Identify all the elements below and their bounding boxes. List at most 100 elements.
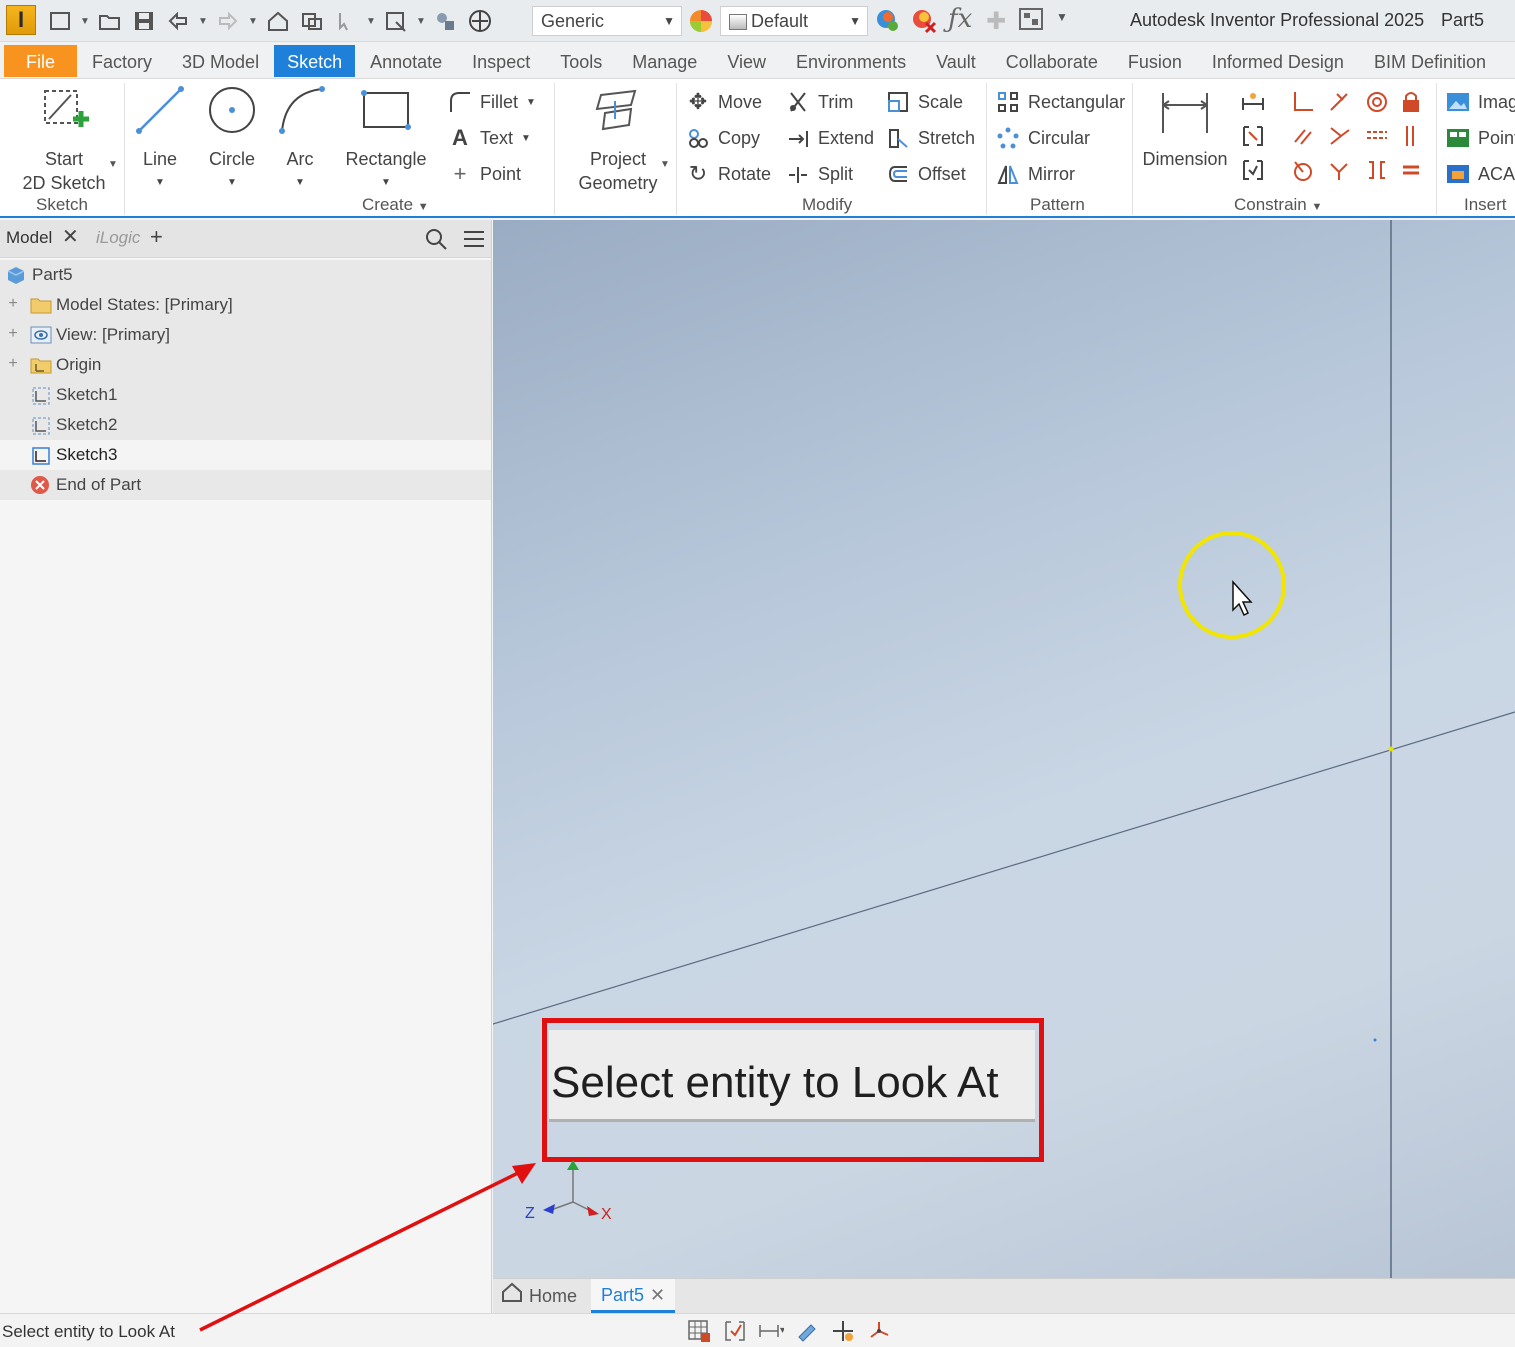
chevron-down-icon[interactable]: ▼ <box>108 159 118 170</box>
equal-constraint-icon[interactable] <box>1398 157 1424 183</box>
perpendicular-constraint-icon[interactable] <box>1290 89 1316 115</box>
circular-pattern-button[interactable]: Circular <box>996 123 1090 153</box>
tab-tools[interactable]: Tools <box>545 42 617 78</box>
coincident-constraint-icon[interactable] <box>1326 89 1352 115</box>
extend-button[interactable]: Extend <box>786 123 874 153</box>
doc-tab-part[interactable]: Part5 ✕ <box>591 1278 676 1313</box>
relax-mode-icon[interactable] <box>1240 157 1266 183</box>
show-constraints-icon[interactable] <box>1240 123 1266 149</box>
appearance-combo[interactable]: Default ▼ <box>720 6 868 36</box>
collinear-constraint-icon[interactable] <box>1364 123 1390 149</box>
add-icon[interactable]: ✚ <box>986 7 1006 36</box>
project-geometry-button[interactable]: Project Geometry <box>570 83 666 195</box>
graphics-viewport[interactable]: Select entity to Look At X Z <box>493 220 1515 1278</box>
home-icon[interactable] <box>264 7 292 35</box>
tree-item-sketch3[interactable]: Sketch3 <box>0 440 491 470</box>
customize-toolbar-icon[interactable]: ▼ <box>1056 10 1068 24</box>
auto-dimension-icon[interactable] <box>1240 89 1266 115</box>
adjust-appearance-icon[interactable] <box>874 7 902 40</box>
select-priority-icon[interactable] <box>332 7 360 35</box>
undo-icon[interactable] <box>164 7 192 35</box>
grid-snap-icon[interactable] <box>686 1318 712 1344</box>
inventor-logo[interactable]: I <box>6 5 36 35</box>
chevron-down-icon[interactable]: ▼ <box>248 16 258 27</box>
tab-informed-design[interactable]: Informed Design <box>1197 42 1359 78</box>
close-icon[interactable]: ✕ <box>62 224 79 249</box>
rotate-button[interactable]: ↻ Rotate <box>686 159 771 189</box>
arc-button[interactable]: Arc ▼ <box>274 83 326 195</box>
save-icon[interactable] <box>130 7 158 35</box>
rectangle-button[interactable]: Rectangle ▼ <box>342 83 430 195</box>
tab-factory[interactable]: Factory <box>77 42 167 78</box>
chevron-down-icon[interactable]: ▼ <box>366 16 376 27</box>
tree-item-sketch1[interactable]: Sketch1 <box>0 380 491 410</box>
tab-view[interactable]: View <box>712 42 781 78</box>
open-folder-icon[interactable] <box>96 7 124 35</box>
tab-file[interactable]: File <box>4 45 78 77</box>
expand-plus-icon[interactable]: + <box>6 356 20 372</box>
tab-inspect[interactable]: Inspect <box>457 42 545 78</box>
chevron-down-icon[interactable]: ▼ <box>80 16 90 27</box>
tab-annotate[interactable]: Annotate <box>355 42 457 78</box>
dimension-button[interactable]: Dimension <box>1140 83 1230 171</box>
move-ucs-icon[interactable] <box>830 1318 856 1344</box>
symmetric-constraint-icon[interactable] <box>1326 157 1352 183</box>
create-panel-label[interactable]: Create ▼ <box>362 195 429 215</box>
constrain-panel-label[interactable]: Constrain ▼ <box>1234 195 1322 215</box>
new-file-icon[interactable] <box>46 7 74 35</box>
tree-item-view[interactable]: + View: [Primary] <box>0 320 491 350</box>
tab-3d-model[interactable]: 3D Model <box>167 42 274 78</box>
close-icon[interactable]: ✕ <box>650 1278 665 1312</box>
expand-plus-icon[interactable]: + <box>6 296 20 312</box>
start-2d-sketch-button[interactable]: Start 2D Sketch <box>18 83 110 195</box>
fix-lock-icon[interactable] <box>1398 89 1424 115</box>
point-button[interactable]: + Point <box>448 159 521 189</box>
horizontal-constraint-icon[interactable] <box>1364 157 1390 183</box>
browser-tab-ilogic[interactable]: iLogic <box>96 228 140 248</box>
line-button[interactable]: Line ▼ <box>132 83 188 195</box>
split-button[interactable]: Split <box>786 159 853 189</box>
offset-button[interactable]: Offset <box>886 159 966 189</box>
dimension-display-icon[interactable]: ▾ <box>758 1318 784 1344</box>
parameters-fx-icon[interactable]: ƒx <box>948 4 972 34</box>
chevron-down-icon[interactable]: ▼ <box>198 16 208 27</box>
ilogic-browser-icon[interactable] <box>1018 7 1046 38</box>
tab-collaborate[interactable]: Collaborate <box>991 42 1113 78</box>
tree-item-origin[interactable]: + Origin <box>0 350 491 380</box>
search-icon[interactable] <box>424 227 448 256</box>
chevron-down-icon[interactable]: ▼ <box>416 16 426 27</box>
tree-item-model-states[interactable]: + Model States: [Primary] <box>0 290 491 320</box>
vertical-constraint-icon[interactable] <box>1398 123 1424 149</box>
mirror-button[interactable]: Mirror <box>996 159 1075 189</box>
insert-points-button[interactable]: Point <box>1446 123 1515 153</box>
circle-button[interactable]: Circle ▼ <box>202 83 262 195</box>
tab-environments[interactable]: Environments <box>781 42 921 78</box>
concentric-constraint-icon[interactable] <box>1364 89 1390 115</box>
fillet-button[interactable]: Fillet ▼ <box>448 87 536 117</box>
material-combo[interactable]: Generic ▼ <box>532 6 682 36</box>
expand-plus-icon[interactable]: + <box>6 326 20 342</box>
tree-item-part[interactable]: Part5 <box>0 260 491 290</box>
tangent-constraint-icon[interactable] <box>1326 123 1352 149</box>
menu-icon[interactable] <box>462 228 486 255</box>
browser-tab-model[interactable]: Model <box>6 228 52 248</box>
clear-appearance-icon[interactable] <box>910 7 938 40</box>
trim-button[interactable]: Trim <box>786 87 853 117</box>
color-wheel-icon[interactable] <box>688 8 714 39</box>
smooth-constraint-icon[interactable] <box>1290 157 1316 183</box>
move-button[interactable]: ✥ Move <box>686 87 762 117</box>
tab-fusion[interactable]: Fusion <box>1113 42 1197 78</box>
tree-item-sketch2[interactable]: Sketch2 <box>0 410 491 440</box>
rectangular-pattern-button[interactable]: Rectangular <box>996 87 1125 117</box>
tab-manage[interactable]: Manage <box>617 42 712 78</box>
stretch-button[interactable]: Stretch <box>886 123 975 153</box>
text-button[interactable]: A Text ▼ <box>448 123 531 153</box>
triad-icon[interactable] <box>866 1318 892 1344</box>
insert-image-button[interactable]: Imag <box>1446 87 1515 117</box>
appearance-ball-icon[interactable] <box>466 7 494 35</box>
show-constraints-status-icon[interactable] <box>722 1318 748 1344</box>
tab-bim-definition[interactable]: BIM Definition <box>1359 42 1501 78</box>
doc-tab-home[interactable]: Home <box>501 1279 577 1313</box>
tab-sketch[interactable]: Sketch <box>274 45 356 77</box>
redo-icon[interactable] <box>214 7 242 35</box>
